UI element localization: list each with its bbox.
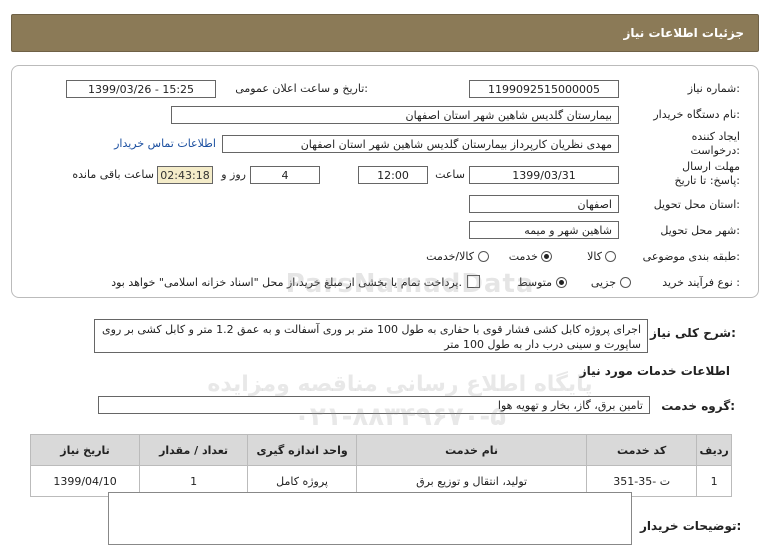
buyer-label: نام دستگاه خریدار: [653, 108, 740, 121]
process-minor-radio[interactable] [620, 277, 631, 288]
watermark-tagline: پایگاه اطلاع رسانی مناقصه ومزایده [207, 372, 593, 397]
contact-buyer-link[interactable]: اطلاعات تماس خریدار [96, 137, 216, 150]
creator-field: مهدی نظریان کارپرداز بیمارستان گلدیس شاه… [222, 135, 619, 153]
buyer-field: بیمارستان گلدیس شاهین شهر استان اصفهان [171, 106, 619, 124]
announce-field: 1399/03/26 - 15:25 [66, 80, 216, 98]
col-unit-header: واحد اندازه گیری [247, 434, 358, 466]
need-number-field: 1199092515000005 [469, 80, 619, 98]
col-row-header: ردیف [696, 434, 732, 466]
city-field: شاهین شهر و میمه [469, 221, 619, 239]
deadline-label: مهلت ارسال پاسخ: تا تاریخ: [674, 160, 740, 187]
remaining-label: ساعت باقی مانده [72, 168, 154, 181]
watermark-phone: ۰۲۱-۸۸۳۴۹۶۷۰-۵ [293, 402, 506, 432]
page-title: جزئیات اطلاعات نیاز [623, 26, 744, 40]
summary-text: اجرای پروژه کابل کشی فشار قوی با حفاری ب… [94, 319, 648, 353]
col-name-header: نام خدمت [356, 434, 588, 466]
category-goods-label: کالا [587, 250, 602, 263]
buyer-notes-label: توضیحات خریدار: [640, 519, 742, 533]
col-code-header: کد خدمت [586, 434, 698, 466]
deadline-time-field: 12:00 [358, 166, 428, 184]
category-label: طبقه بندی موضوعی: [642, 250, 740, 263]
province-field: اصفهان [469, 195, 619, 213]
buyer-notes-box [108, 492, 632, 545]
time-label: ساعت [435, 168, 465, 181]
cell-row: 1 [696, 465, 732, 497]
days-label: روز و [221, 168, 246, 181]
city-label: شهر محل تحویل: [660, 224, 740, 237]
need-number-label: شماره نیاز: [687, 82, 740, 95]
process-minor-label: جزیی [590, 276, 616, 289]
page-title-bar: جزئیات اطلاعات نیاز [11, 14, 759, 52]
summary-label: شرح کلی نیاز: [650, 326, 736, 340]
deadline-date-field: 1399/03/31 [469, 166, 619, 184]
service-group-label: گروه خدمت: [661, 399, 735, 413]
category-goods-service-radio[interactable] [478, 251, 489, 262]
category-service-radio[interactable] [541, 251, 552, 262]
process-label: نوع فرآیند خرید : [662, 276, 740, 289]
province-label: استان محل تحویل: [653, 198, 740, 211]
days-field: 4 [250, 166, 320, 184]
watermark-brand: ParsNamadData [285, 269, 535, 299]
creator-label: ایجاد کننده درخواست: [690, 130, 741, 157]
col-date-header: تاریخ نیاز [29, 434, 141, 466]
remaining-time-field: 02:43:18 [157, 166, 213, 184]
col-qty-header: تعداد / مقدار [139, 434, 249, 466]
services-table: ردیف کد خدمت نام خدمت واحد اندازه گیری ت… [29, 434, 732, 497]
table-header-row: ردیف کد خدمت نام خدمت واحد اندازه گیری ت… [29, 434, 732, 466]
category-service-label: خدمت [508, 250, 538, 263]
category-goods-service-label: کالا/خدمت [426, 250, 474, 263]
category-goods-radio[interactable] [605, 251, 616, 262]
announce-label: تاریخ و ساعت اعلان عمومی: [235, 82, 368, 95]
